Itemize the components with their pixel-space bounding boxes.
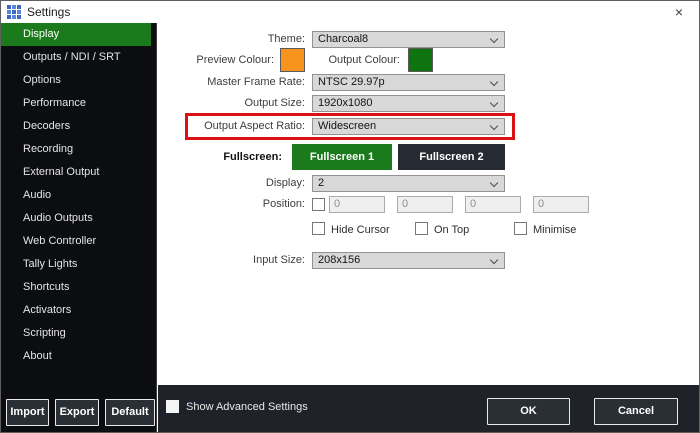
input-size-row: Input Size: 208x156	[158, 252, 699, 269]
master-frame-rate-value: NTSC 29.97p	[318, 76, 385, 88]
default-button[interactable]: Default	[105, 399, 155, 426]
sidebar-item-about[interactable]: About	[1, 345, 151, 368]
chevron-down-icon	[490, 99, 498, 107]
cancel-button[interactable]: Cancel	[594, 398, 678, 425]
input-size-label: Input Size:	[158, 252, 305, 269]
fullscreen-options-row: Hide Cursor On Top Minimise	[158, 222, 699, 237]
sidebar-item-audio[interactable]: Audio	[1, 184, 151, 207]
fullscreen-row: Fullscreen: Fullscreen 1 Fullscreen 2	[158, 144, 699, 170]
fullscreen-label: Fullscreen:	[158, 144, 282, 170]
master-frame-rate-select[interactable]: NTSC 29.97p	[312, 74, 505, 91]
position-height-input[interactable]: 0	[533, 196, 589, 213]
on-top-label: On Top	[434, 223, 469, 237]
position-row: Position: 0 0 0 0	[158, 196, 699, 213]
output-size-value: 1920x1080	[318, 97, 372, 109]
output-colour-label: Output Colour:	[313, 48, 400, 72]
window-title: Settings	[27, 5, 70, 19]
output-colour-swatch[interactable]	[408, 48, 433, 72]
sidebar-item-recording[interactable]: Recording	[1, 138, 151, 161]
output-size-row: Output Size: 1920x1080	[158, 95, 699, 112]
on-top-checkbox[interactable]	[415, 222, 428, 235]
settings-window: Settings × Display Outputs / NDI / SRT O…	[0, 0, 700, 433]
hide-cursor-checkbox[interactable]	[312, 222, 325, 235]
output-size-label: Output Size:	[158, 95, 305, 112]
display-value: 2	[318, 177, 324, 189]
chevron-down-icon	[490, 78, 498, 86]
sidebar-item-tally-lights[interactable]: Tally Lights	[1, 253, 151, 276]
theme-label: Theme:	[158, 31, 305, 48]
show-advanced-settings-label: Show Advanced Settings	[186, 400, 308, 414]
sidebar-item-activators[interactable]: Activators	[1, 299, 151, 322]
position-x-input[interactable]: 0	[329, 196, 385, 213]
close-icon[interactable]: ×	[670, 3, 688, 21]
ok-button[interactable]: OK	[487, 398, 570, 425]
sidebar: Display Outputs / NDI / SRT Options Perf…	[1, 23, 157, 432]
output-aspect-ratio-value: Widescreen	[318, 120, 376, 132]
sidebar-item-web-controller[interactable]: Web Controller	[1, 230, 151, 253]
hide-cursor-label: Hide Cursor	[331, 223, 390, 237]
sidebar-item-scripting[interactable]: Scripting	[1, 322, 151, 345]
theme-select[interactable]: Charcoal8	[312, 31, 505, 48]
minimise-label: Minimise	[533, 223, 576, 237]
display-row: Display: 2	[158, 175, 699, 192]
master-frame-rate-row: Master Frame Rate: NTSC 29.97p	[158, 74, 699, 91]
theme-value: Charcoal8	[318, 33, 368, 45]
sidebar-item-shortcuts[interactable]: Shortcuts	[1, 276, 151, 299]
vmix-logo-icon	[7, 5, 21, 19]
sidebar-item-display[interactable]: Display	[1, 23, 151, 46]
sidebar-item-audio-outputs[interactable]: Audio Outputs	[1, 207, 151, 230]
output-aspect-ratio-select[interactable]: Widescreen	[312, 118, 505, 135]
title-bar: Settings ×	[1, 1, 699, 23]
display-select[interactable]: 2	[312, 175, 505, 192]
display-settings-panel: Theme: Charcoal8 Preview Colour: Output …	[158, 23, 699, 385]
chevron-down-icon	[490, 256, 498, 264]
input-size-select[interactable]: 208x156	[312, 252, 505, 269]
preview-colour-swatch[interactable]	[280, 48, 305, 72]
fullscreen-1-button[interactable]: Fullscreen 1	[292, 144, 392, 170]
output-aspect-ratio-row: Output Aspect Ratio: Widescreen	[158, 118, 699, 135]
position-width-input[interactable]: 0	[465, 196, 521, 213]
show-advanced-settings-checkbox[interactable]	[166, 400, 179, 413]
chevron-down-icon	[490, 122, 498, 130]
chevron-down-icon	[490, 35, 498, 43]
display-label: Display:	[158, 175, 305, 192]
import-button[interactable]: Import	[6, 399, 49, 426]
chevron-down-icon	[490, 179, 498, 187]
sidebar-item-outputs-ndi-srt[interactable]: Outputs / NDI / SRT	[1, 46, 151, 69]
output-size-select[interactable]: 1920x1080	[312, 95, 505, 112]
sidebar-footer-buttons: Import Export Default	[6, 399, 155, 426]
position-y-input[interactable]: 0	[397, 196, 453, 213]
output-aspect-ratio-label: Output Aspect Ratio:	[158, 118, 305, 135]
sidebar-item-decoders[interactable]: Decoders	[1, 115, 151, 138]
theme-row: Theme: Charcoal8	[158, 31, 699, 48]
master-frame-rate-label: Master Frame Rate:	[158, 74, 305, 91]
position-label: Position:	[158, 196, 305, 213]
minimise-checkbox[interactable]	[514, 222, 527, 235]
sidebar-item-options[interactable]: Options	[1, 69, 151, 92]
export-button[interactable]: Export	[55, 399, 99, 426]
input-size-value: 208x156	[318, 254, 360, 266]
position-checkbox[interactable]	[312, 198, 325, 211]
sidebar-item-performance[interactable]: Performance	[1, 92, 151, 115]
fullscreen-2-button[interactable]: Fullscreen 2	[398, 144, 505, 170]
preview-colour-label: Preview Colour:	[158, 48, 274, 72]
colour-row: Preview Colour: Output Colour:	[158, 48, 699, 72]
dialog-footer: Show Advanced Settings OK Cancel	[158, 385, 699, 432]
sidebar-item-external-output[interactable]: External Output	[1, 161, 151, 184]
